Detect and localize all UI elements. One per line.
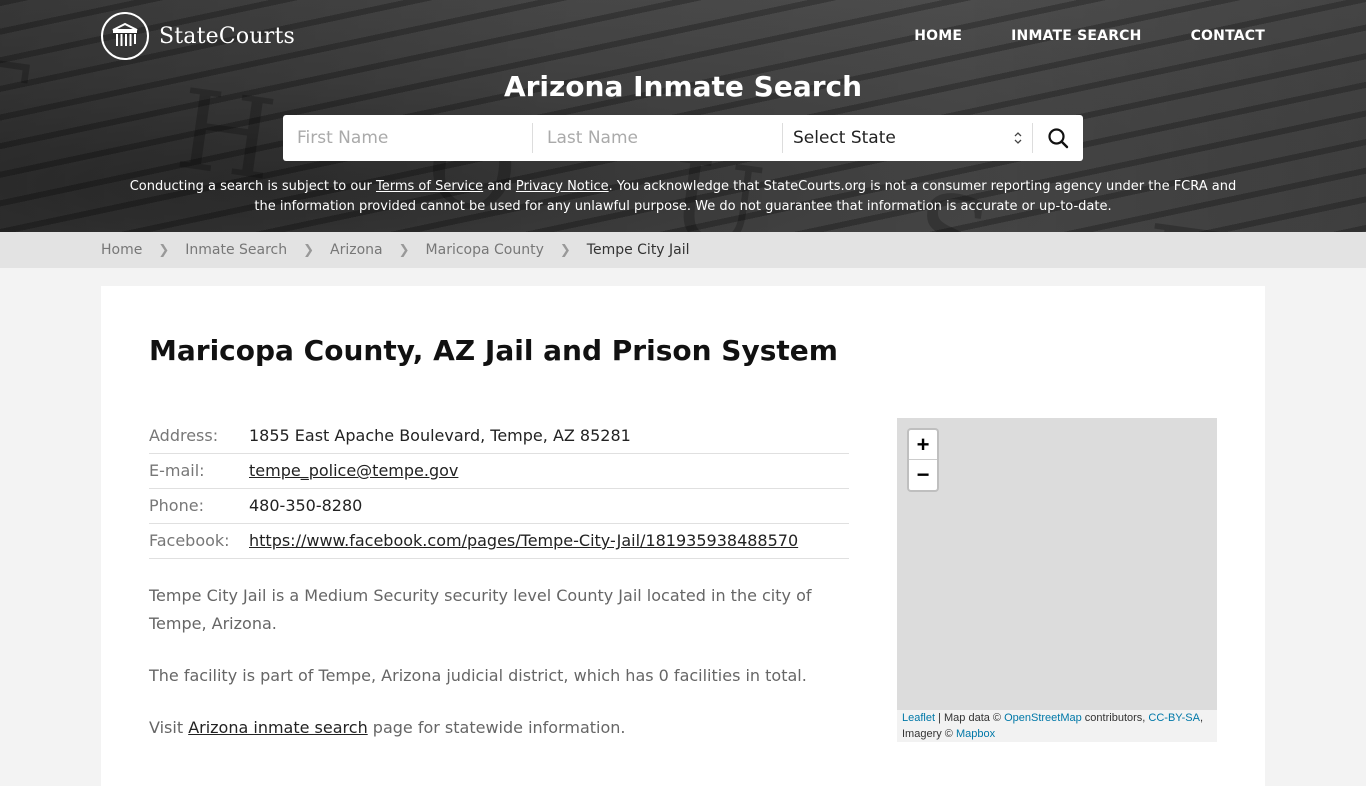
zoom-out-button[interactable]: −: [909, 460, 937, 490]
map-widget[interactable]: + − Leaflet | Map data © OpenStreetMap c…: [897, 418, 1217, 742]
page-title: Maricopa County, AZ Jail and Prison Syst…: [149, 334, 838, 367]
breadcrumb-arizona[interactable]: Arizona: [330, 242, 383, 258]
table-row: E-mail: tempe_police@tempe.gov: [149, 453, 849, 489]
breadcrumb-maricopa-county[interactable]: Maricopa County: [426, 242, 544, 258]
address-value: 1855 East Apache Boulevard, Tempe, AZ 85…: [249, 418, 849, 454]
disclaimer-text: and: [483, 179, 516, 194]
hero-banner: R T H O U S E StateCourts HOME INMATE SE…: [0, 0, 1366, 232]
first-name-input[interactable]: First Name: [283, 123, 533, 153]
search-form: First Name Last Name Select State: [283, 115, 1083, 161]
state-select-value: Select State: [793, 128, 896, 148]
breadcrumb: Home ❯ Inmate Search ❯ Arizona ❯ Maricop…: [0, 232, 1366, 268]
breadcrumb-current: Tempe City Jail: [586, 242, 690, 258]
chevron-right-icon: ❯: [398, 242, 410, 258]
search-button[interactable]: [1033, 115, 1083, 161]
search-disclaimer: Conducting a search is subject to our Te…: [120, 177, 1246, 217]
facility-info-table: Address: 1855 East Apache Boulevard, Tem…: [149, 418, 849, 559]
state-select[interactable]: Select State: [783, 123, 1033, 153]
phone-value: 480-350-8280: [249, 488, 849, 524]
description-paragraph: Visit Arizona inmate search page for sta…: [149, 714, 829, 742]
logo-link[interactable]: StateCourts: [101, 12, 295, 60]
nav-inmate-search[interactable]: INMATE SEARCH: [1011, 28, 1141, 44]
visit-text: Visit: [149, 718, 189, 737]
email-link[interactable]: tempe_police@tempe.gov: [249, 461, 458, 480]
select-arrows-icon: [1014, 131, 1022, 145]
description-paragraph: The facility is part of Tempe, Arizona j…: [149, 666, 807, 685]
address-label: Address:: [149, 418, 249, 454]
search-icon: [1048, 128, 1069, 149]
chevron-right-icon: ❯: [303, 242, 315, 258]
map-zoom-control: + −: [907, 428, 939, 492]
main-nav: HOME INMATE SEARCH CONTACT: [914, 28, 1265, 44]
chevron-right-icon: ❯: [559, 242, 571, 258]
arizona-inmate-search-link[interactable]: Arizona inmate search: [188, 718, 368, 737]
nav-home[interactable]: HOME: [914, 28, 962, 44]
chevron-right-icon: ❯: [158, 242, 170, 258]
logo-text: StateCourts: [159, 23, 295, 49]
openstreetmap-link[interactable]: OpenStreetMap: [1004, 712, 1082, 724]
table-row: Phone: 480-350-8280: [149, 488, 849, 524]
map-attribution: Leaflet | Map data © OpenStreetMap contr…: [897, 710, 1217, 742]
attribution-text: | Map data ©: [935, 712, 1005, 724]
content-card: Maricopa County, AZ Jail and Prison Syst…: [101, 286, 1265, 786]
courthouse-icon: [101, 12, 149, 60]
top-bar: StateCourts HOME INMATE SEARCH CONTACT: [101, 10, 1265, 62]
attribution-text: contributors,: [1081, 712, 1149, 724]
breadcrumb-home[interactable]: Home: [101, 242, 142, 258]
leaflet-link[interactable]: Leaflet: [902, 712, 935, 724]
facebook-link[interactable]: https://www.facebook.com/pages/Tempe-Cit…: [249, 531, 798, 550]
last-name-input[interactable]: Last Name: [533, 123, 783, 153]
description-paragraph: Tempe City Jail is a Medium Security sec…: [149, 586, 812, 633]
phone-label: Phone:: [149, 488, 249, 524]
privacy-notice-link[interactable]: Privacy Notice: [516, 179, 609, 194]
email-label: E-mail:: [149, 453, 249, 489]
facility-description: Tempe City Jail is a Medium Security sec…: [149, 582, 829, 766]
terms-of-service-link[interactable]: Terms of Service: [376, 179, 483, 194]
table-row: Facebook: https://www.facebook.com/pages…: [149, 523, 849, 559]
mapbox-link[interactable]: Mapbox: [956, 728, 995, 740]
visit-suffix-text: page for statewide information.: [367, 718, 626, 737]
cc-by-sa-link[interactable]: CC-BY-SA: [1148, 712, 1200, 724]
facebook-label: Facebook:: [149, 523, 249, 559]
breadcrumb-inmate-search[interactable]: Inmate Search: [185, 242, 287, 258]
disclaimer-text: Conducting a search is subject to our: [129, 179, 377, 194]
zoom-in-button[interactable]: +: [909, 430, 937, 460]
table-row: Address: 1855 East Apache Boulevard, Tem…: [149, 418, 849, 454]
nav-contact[interactable]: CONTACT: [1191, 28, 1265, 44]
hero-title: Arizona Inmate Search: [503, 70, 863, 103]
